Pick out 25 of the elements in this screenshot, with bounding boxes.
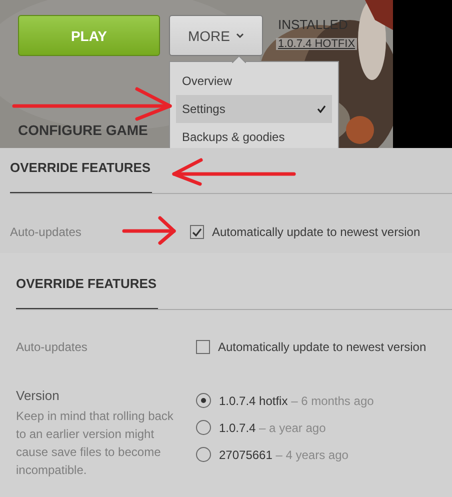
setting-label: Auto-updates: [10, 225, 82, 239]
version-option-label[interactable]: 1.0.7.4 hotfix – 6 months ago: [219, 394, 374, 408]
menu-item[interactable]: Overview: [176, 67, 332, 95]
more-button[interactable]: MORE: [169, 15, 263, 56]
version-link[interactable]: 1.0.7.4 HOTFIX: [276, 38, 358, 50]
checkbox[interactable]: [190, 225, 204, 239]
annotation-arrow: [122, 216, 176, 245]
section-heading: OVERRIDE FEATURES: [10, 159, 151, 177]
checkbox-label[interactable]: Automatically update to newest version: [218, 340, 426, 354]
setting-label: Auto-updates: [16, 340, 88, 354]
checkbox-label[interactable]: Automatically update to newest version: [212, 225, 420, 239]
version-option-label[interactable]: 27075661 – 4 years ago: [219, 448, 348, 462]
menu-item[interactable]: Settings: [176, 95, 332, 123]
menu-item[interactable]: Backups & goodies: [176, 123, 332, 148]
chevron-down-icon: [236, 33, 244, 38]
version-option-label[interactable]: 1.0.7.4 – a year ago: [219, 420, 326, 434]
radio-button[interactable]: [196, 393, 211, 408]
section-title: CONFIGURE GAME: [18, 122, 148, 138]
checkbox[interactable]: [196, 340, 210, 354]
checkmark-icon: [317, 105, 326, 113]
setting-label: Version: [16, 387, 60, 405]
section-heading: OVERRIDE FEATURES: [16, 275, 157, 293]
radio-button[interactable]: [196, 447, 211, 462]
help-text: Keep in mind that rolling back to an earlier version might cause save files to become incompatible.: [16, 408, 174, 479]
radio-button[interactable]: [196, 420, 211, 435]
